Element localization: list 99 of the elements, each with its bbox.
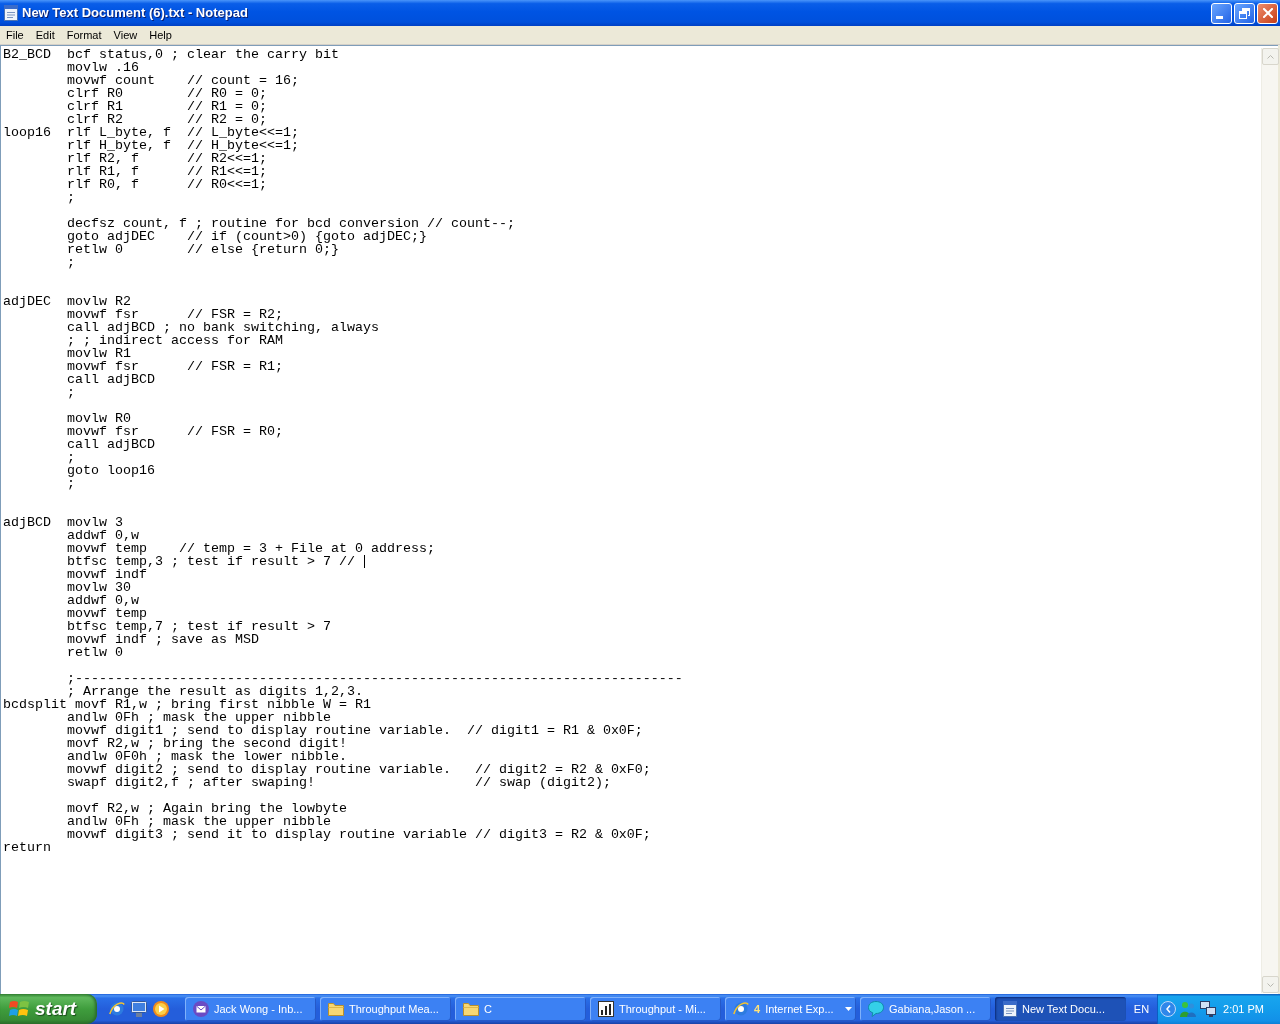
code-text: movlw 3 — [67, 516, 123, 529]
code-text: movwf count // count = 16; — [67, 74, 299, 87]
restore-button[interactable] — [1234, 2, 1255, 24]
code-text: retlw 0 — [67, 646, 123, 659]
code-text: bcf status,0 ; clear the carry bit — [67, 48, 339, 61]
monitor-icon[interactable] — [1200, 1001, 1216, 1017]
language-indicator[interactable]: EN — [1133, 1000, 1150, 1018]
taskbar-button[interactable]: Throughput - Mi... — [590, 997, 721, 1021]
code-text: movwf indf ; save as MSD — [67, 633, 259, 646]
chevron-left-icon — [1165, 1005, 1171, 1013]
code-text: rlf L_byte, f // L_byte<<=1; — [67, 126, 299, 139]
code-text: movf R1,w ; bring first nibble W = R1 — [75, 698, 371, 711]
code-text: movwf digit2 ; send to display routine variable. // digit2 = R2 & 0xF0; — [67, 763, 651, 776]
code-text: movwf digit1 ; send to display routine variable. // digit1 = R1 & 0x0F; — [67, 724, 643, 737]
show-hidden-icons-button[interactable] — [1160, 1001, 1176, 1017]
code-text: movwf digit3 ; send it to display routine variable // digit3 = R2 & 0x0F; — [67, 828, 651, 841]
code-text: andlw 0F0h ; mask the lower nibble. — [67, 750, 347, 763]
code-text: call adjBCD — [67, 438, 155, 451]
code-text: rlf R2, f // R2<<=1; — [67, 152, 267, 165]
menu-item[interactable]: View — [107, 26, 144, 44]
code-label: bcdsplit — [3, 698, 67, 711]
clock: 2:01 PM — [1223, 1001, 1264, 1017]
code-text: ; — [67, 256, 75, 269]
code-text: ; Arrange the result as digits 1,2,3. — [67, 685, 363, 698]
code-text: movlw R2 — [67, 295, 131, 308]
taskbar-button[interactable]: Gabiana,Jason ... — [860, 997, 991, 1021]
code-text: rlf R1, f // R1<<=1; — [67, 165, 267, 178]
code-text: clrf R2 // R2 = 0; — [67, 113, 267, 126]
notepad-icon — [1003, 1001, 1017, 1017]
taskbar-button[interactable]: New Text Docu... — [995, 997, 1126, 1021]
minimize-icon — [1216, 15, 1223, 19]
play-icon[interactable] — [153, 1001, 169, 1017]
code-text: ; ; indirect access for RAM — [67, 334, 283, 347]
envelope-icon — [193, 1001, 209, 1017]
code-text: btfsc temp,7 ; test if result > 7 — [67, 620, 331, 633]
code-text: movlw 30 — [67, 581, 131, 594]
code-text: ; — [67, 386, 75, 399]
code-text: ; — [67, 191, 75, 204]
code-label: adjDEC — [3, 295, 51, 308]
start-button[interactable]: start — [0, 994, 97, 1024]
taskbar-button[interactable]: Jack Wong - Inb... — [185, 997, 316, 1021]
code-text: ;---------------------------------------------------------------------------- — [67, 672, 683, 685]
code-text: goto adjDEC // if (count>0) {goto adjDEC;} — [67, 230, 427, 243]
code-text: swapf digit2,f ; after swaping! // swap (digit2); — [67, 776, 611, 789]
code-text: movwf temp // temp = 3 + File at 0 address; — [67, 542, 435, 555]
menu-item[interactable]: Help — [143, 26, 178, 44]
flag-icon — [9, 1000, 29, 1018]
code-text: call adjBCD — [67, 373, 155, 386]
code-label: adjBCD — [3, 516, 51, 529]
code-text: addwf 0,w — [67, 594, 139, 607]
taskbar-button[interactable]: Throughput Mea... — [320, 997, 451, 1021]
code-text: movlw R1 — [67, 347, 131, 360]
code-text: movwf indf — [67, 568, 147, 581]
code-text: clrf R1 // R1 = 0; — [67, 100, 267, 113]
globe-icon — [733, 1001, 749, 1017]
code-text: clrf R0 // R0 = 0; — [67, 87, 267, 100]
code-text: andlw 0Fh ; mask the upper nibble — [67, 815, 331, 828]
code-text: ; — [67, 477, 75, 490]
taskbar-button[interactable]: 4 Internet Exp... — [725, 997, 856, 1021]
caret-down-icon — [1267, 982, 1274, 987]
chart-icon — [598, 1001, 614, 1017]
code-text: andlw 0Fh ; mask the upper nibble — [67, 711, 331, 724]
code-text: decfsz count, f ; routine for bcd conversion // count--; — [67, 217, 515, 230]
code-text: movwf fsr // FSR = R0; — [67, 425, 283, 438]
menu-item[interactable]: Format — [60, 26, 108, 44]
code-text: rlf R0, f // R0<<=1; — [67, 178, 267, 191]
code-text: goto loop16 — [67, 464, 155, 477]
code-text: btfsc temp,3 ; test if result > 7 // — [67, 555, 355, 568]
code-text: addwf 0,w — [67, 529, 139, 542]
code-text: movlw R0 — [67, 412, 131, 425]
code-label: return — [3, 841, 51, 854]
code-text: movwf fsr // FSR = R2; — [67, 308, 283, 321]
chat-bubble-icon — [868, 1001, 884, 1017]
code-text: rlf H_byte, f // H_byte<<=1; — [67, 139, 299, 152]
caret-down-icon — [845, 1007, 852, 1011]
close-icon — [1262, 8, 1273, 18]
code-text: movwf temp — [67, 607, 147, 620]
folder-icon — [328, 1002, 344, 1016]
code-text: call adjBCD ; no bank switching, always — [67, 321, 379, 334]
close-button[interactable] — [1257, 2, 1278, 24]
window-title: New Text Document (6).txt - Notepad — [22, 4, 248, 23]
menu-item[interactable]: Edit — [29, 26, 61, 44]
menu-item[interactable]: File — [0, 26, 30, 44]
restore-icon — [1239, 7, 1250, 19]
folder-icon — [463, 1002, 479, 1016]
minimize-button[interactable] — [1211, 2, 1232, 24]
globe-icon[interactable] — [109, 1001, 125, 1017]
code-label: loop16 — [3, 126, 51, 139]
code-label: B2_BCD — [3, 48, 51, 61]
desktop-icon[interactable] — [131, 1001, 147, 1017]
code-text: movlw .16 — [67, 61, 139, 74]
code-text: movf R2,w ; bring the second digit! — [67, 737, 347, 750]
code-text: ; — [67, 451, 75, 464]
notepad-icon — [4, 5, 18, 21]
code-text: retlw 0 // else {return 0;} — [67, 243, 339, 256]
taskbar-button[interactable]: C — [455, 997, 586, 1021]
code-text: movwf fsr // FSR = R1; — [67, 360, 283, 373]
caret-up-icon — [1267, 54, 1274, 59]
code-text: movf R2,w ; Again bring the lowbyte — [67, 802, 347, 815]
